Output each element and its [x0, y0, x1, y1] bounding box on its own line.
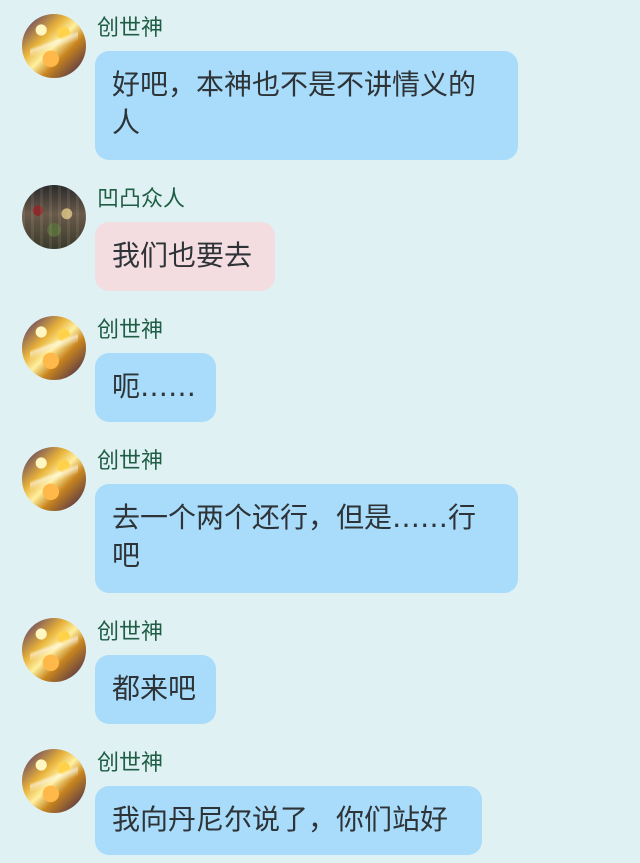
sender-name: 创世神 — [97, 318, 164, 343]
chat-log: 创世神 好吧，本神也不是不讲情义的 人 凹凸众人 我们也要去 创世神 呃…… 创… — [0, 0, 640, 863]
message-bubble: 呃…… — [95, 353, 216, 422]
message-bubble: 我向丹尼尔说了，你们站好 — [95, 786, 482, 855]
sender-name: 创世神 — [97, 751, 164, 776]
avatar[interactable] — [22, 447, 86, 511]
message-bubble: 好吧，本神也不是不讲情义的 人 — [95, 51, 518, 160]
avatar[interactable] — [22, 749, 86, 813]
message-bubble: 都来吧 — [95, 655, 216, 724]
avatar[interactable] — [22, 618, 86, 682]
avatar[interactable] — [22, 185, 86, 249]
sender-name: 创世神 — [97, 620, 164, 645]
sender-name: 凹凸众人 — [97, 187, 186, 212]
message-bubble: 去一个两个还行，但是……行 吧 — [95, 484, 518, 593]
message-bubble: 我们也要去 — [95, 222, 275, 291]
sender-name: 创世神 — [97, 16, 164, 41]
avatar[interactable] — [22, 316, 86, 380]
avatar[interactable] — [22, 14, 86, 78]
sender-name: 创世神 — [97, 449, 164, 474]
